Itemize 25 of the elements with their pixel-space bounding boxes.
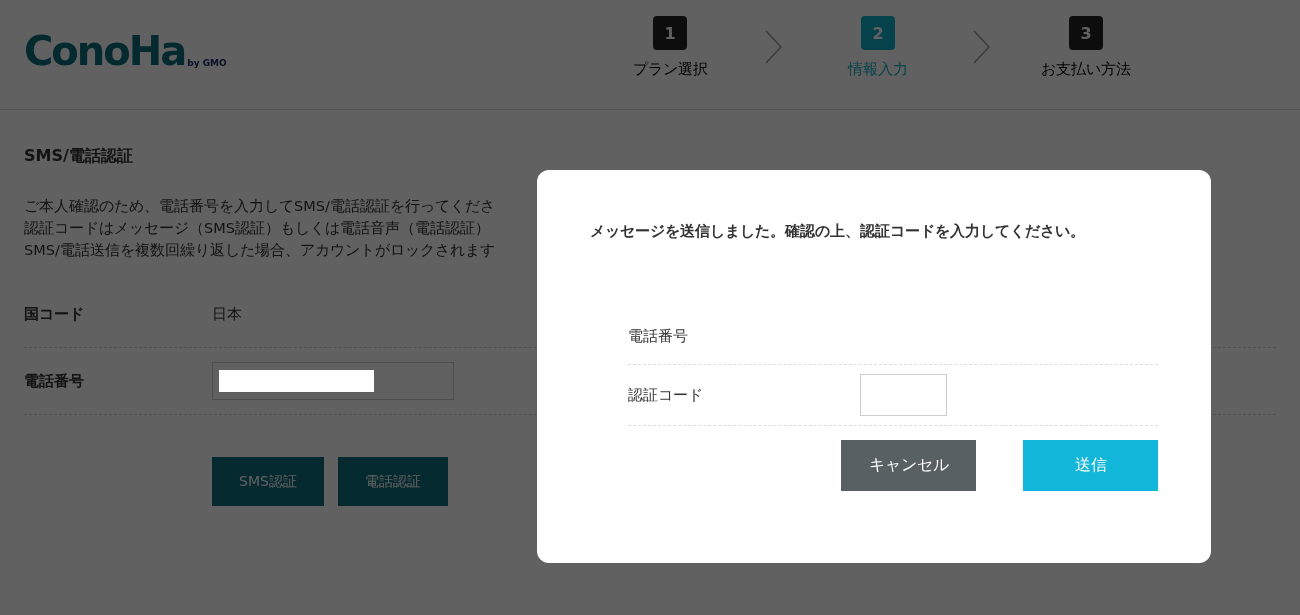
verify-button[interactable]: 電話認証 [337, 457, 448, 506]
description-text: SMS/電話送信を複数回繰り返した場合、アカウントがロックされます [24, 241, 495, 260]
field-label: 電話番号 [628, 327, 689, 346]
field-label: 電話番号 [24, 371, 85, 391]
chevron-right-icon [765, 30, 783, 64]
dialog-message: メッセージを送信しました。確認の上、認証コードを入力してください。 [590, 222, 1086, 241]
logo: ConoHa by GMO [24, 27, 227, 74]
step-number: 3 [1069, 16, 1103, 50]
send-button[interactable]: 送信 [1023, 440, 1158, 491]
step-number: 2 [861, 16, 895, 50]
field-value: 日本 [212, 304, 242, 324]
step-number: 1 [653, 16, 687, 50]
field-label: 国コード [24, 304, 85, 324]
code-input-field[interactable] [860, 374, 947, 416]
description-text: ご本人確認のため、電話番号を入力してSMS/電話認証を行ってくださ [24, 197, 495, 216]
field-label: 認証コード [628, 385, 704, 405]
step-label: お支払い方法 [1041, 60, 1131, 79]
cancel-button[interactable]: キャンセル [841, 440, 976, 491]
verify-button[interactable]: SMS認証 [212, 457, 324, 506]
step-label: 情報入力 [848, 60, 908, 79]
step-label: プラン選択 [632, 60, 708, 79]
section-title: SMS/電話認証 [24, 146, 134, 167]
description-text: 認証コードはメッセージ（SMS認証）もしくは電話音声（電話認証） [24, 219, 490, 238]
phone-input-field[interactable] [212, 362, 454, 400]
chevron-right-icon [973, 30, 991, 64]
